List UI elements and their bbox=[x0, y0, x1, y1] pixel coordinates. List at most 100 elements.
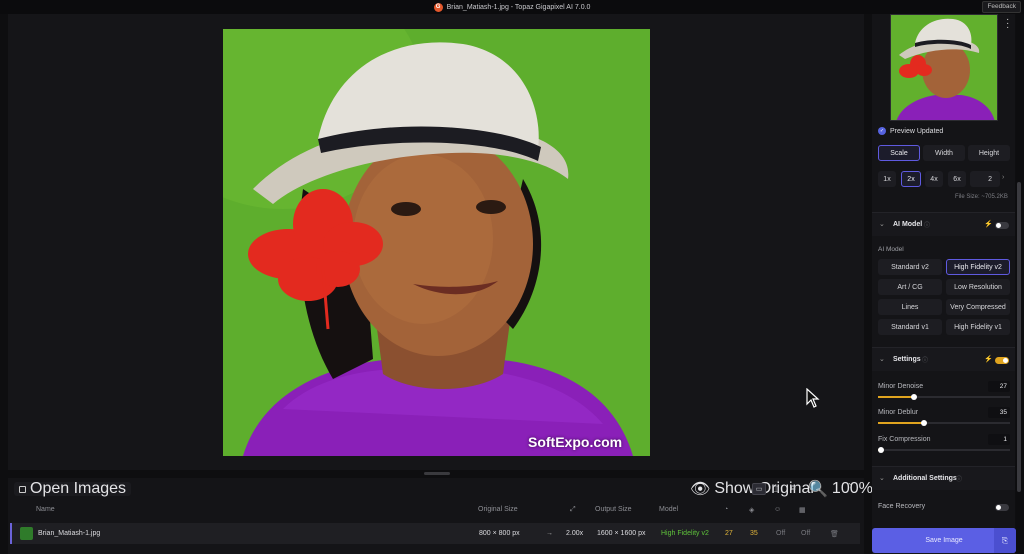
image-list-panel: Open Images 👁 Show Original ▭ ◫ ⧉ 🔍 100%… bbox=[8, 478, 873, 554]
zoom-control[interactable]: 🔍 100% bbox=[808, 480, 873, 498]
minor-denoise-value[interactable]: 27 bbox=[988, 381, 1010, 392]
denoise-column-icon: ◔ bbox=[724, 506, 729, 513]
collapse-panel-chevron-icon[interactable]: ⌃ bbox=[846, 482, 853, 491]
settings-section-header[interactable]: ⌄ Settings ⓘ ⚡ bbox=[872, 347, 1015, 371]
chevron-down-icon: ⌄ bbox=[879, 475, 885, 482]
sidebar-scroll-thumb[interactable] bbox=[1017, 182, 1021, 492]
chevron-down-icon: ⌄ bbox=[879, 356, 885, 363]
model-high-fidelity-v1[interactable]: High Fidelity v1 bbox=[946, 319, 1010, 335]
ai-model-toggle[interactable] bbox=[995, 222, 1009, 229]
compression-column-icon: ▦ bbox=[799, 507, 806, 514]
minor-deblur-label: Minor Deblur bbox=[878, 409, 919, 416]
mouse-cursor-icon bbox=[806, 388, 820, 408]
more-options-icon[interactable]: · · · bbox=[1006, 15, 1009, 33]
minor-denoise-slider[interactable] bbox=[878, 394, 1010, 400]
topaz-logo-icon: G bbox=[433, 2, 443, 12]
settings-section-title: Settings bbox=[893, 356, 921, 363]
face-recovery-label: Face Recovery bbox=[878, 503, 926, 510]
header-model: Model bbox=[659, 506, 679, 513]
preview-status-label: Preview Updated bbox=[890, 127, 944, 135]
chevron-down-icon: ⌄ bbox=[879, 221, 885, 228]
watermark: SoftExpo.com bbox=[528, 434, 623, 450]
delete-icon[interactable]: 🗑 bbox=[830, 530, 839, 538]
custom-scale-input[interactable]: 2 bbox=[970, 171, 1000, 187]
model-low-resolution[interactable]: Low Resolution bbox=[946, 279, 1010, 295]
model-standard-v2[interactable]: Standard v2 bbox=[878, 259, 942, 275]
split-view-button[interactable]: ◫ bbox=[769, 483, 783, 495]
save-image-button[interactable]: Save Image ⎘ bbox=[872, 528, 1016, 553]
row-scale: 2.00x bbox=[566, 530, 584, 537]
chevron-right-icon[interactable]: › bbox=[1002, 174, 1004, 181]
row-thumbnail bbox=[20, 527, 33, 540]
title-bar: G Brian_Matiash-1.jpg - Topaz Gigapixel … bbox=[0, 0, 1024, 14]
table-row[interactable]: Brian_Matiash-1.jpg 800 × 800 px → 2.00x… bbox=[10, 523, 860, 544]
row-compression: Off bbox=[801, 530, 811, 537]
preview-thumbnail[interactable] bbox=[890, 14, 998, 121]
row-file-name: Brian_Matiash-1.jpg bbox=[38, 530, 101, 537]
model-standard-v1[interactable]: Standard v1 bbox=[878, 319, 942, 335]
row-model: High Fidelity v2 bbox=[661, 530, 709, 537]
additional-settings-title: Additional Settings bbox=[893, 475, 957, 482]
model-lines[interactable]: Lines bbox=[878, 299, 942, 315]
info-icon: ⓘ bbox=[956, 477, 963, 483]
single-view-icon: ▭ bbox=[755, 486, 763, 493]
model-art-cg[interactable]: Art / CG bbox=[878, 279, 942, 295]
ai-model-label: AI Model bbox=[878, 246, 904, 253]
tab-height[interactable]: Height bbox=[968, 145, 1010, 161]
additional-settings-section-header[interactable]: ⌄ Additional Settings ⓘ bbox=[872, 466, 1015, 490]
header-output-size: Output Size bbox=[595, 506, 632, 513]
minor-denoise-slider-knob[interactable] bbox=[911, 394, 917, 400]
fix-compression-slider[interactable] bbox=[878, 447, 1010, 453]
info-icon: ⓘ bbox=[924, 223, 931, 229]
deblur-column-icon: ◈ bbox=[749, 507, 755, 514]
ai-model-section-header[interactable]: ⌄ AI Model ⓘ ⚡ bbox=[872, 212, 1015, 236]
zoom-icon: 🔍 bbox=[808, 481, 828, 498]
open-images-label: Open Images bbox=[30, 480, 127, 497]
panel-resize-handle[interactable] bbox=[424, 472, 450, 475]
minor-denoise-label: Minor Denoise bbox=[878, 383, 924, 390]
row-deblur: 35 bbox=[750, 530, 758, 537]
main-image bbox=[223, 29, 650, 456]
minor-deblur-slider[interactable] bbox=[878, 420, 1010, 426]
tab-width[interactable]: Width bbox=[923, 145, 965, 161]
row-face-recovery: Off bbox=[776, 530, 786, 537]
minor-deblur-slider-knob[interactable] bbox=[921, 420, 927, 426]
arrow-right-icon: → bbox=[546, 530, 553, 537]
fix-compression-slider-knob[interactable] bbox=[878, 447, 884, 453]
eye-icon: 👁 bbox=[690, 481, 711, 498]
header-original-size: Original Size bbox=[478, 506, 518, 513]
save-options-icon[interactable]: ⎘ bbox=[994, 528, 1016, 553]
scale-2x-button[interactable]: 2x bbox=[901, 171, 921, 187]
settings-toggle[interactable] bbox=[995, 357, 1009, 364]
fix-compression-value[interactable]: 1 bbox=[988, 434, 1010, 445]
model-very-compressed[interactable]: Very Compressed bbox=[946, 299, 1010, 315]
row-output-size: 1600 × 1600 px bbox=[597, 530, 646, 537]
open-images-button[interactable]: Open Images bbox=[14, 480, 132, 497]
side-by-side-view-button[interactable]: ⧉ bbox=[786, 483, 800, 495]
lightning-icon: ⚡ bbox=[984, 221, 993, 228]
scale-4x-button[interactable]: 4x bbox=[925, 171, 943, 187]
scale-arrows-icon: ⤢ bbox=[570, 506, 576, 513]
header-name: Name bbox=[36, 506, 55, 513]
minor-deblur-slider-fill bbox=[878, 422, 924, 424]
check-icon: ✓ bbox=[878, 127, 886, 135]
face-column-icon: ☺ bbox=[774, 506, 782, 513]
preview-status: ✓ Preview Updated bbox=[878, 127, 943, 135]
window-title: Brian_Matiash-1.jpg - Topaz Gigapixel AI… bbox=[446, 3, 591, 11]
row-original-size: 800 × 800 px bbox=[479, 530, 520, 537]
row-denoise: 27 bbox=[725, 530, 733, 537]
split-view-icon: ◫ bbox=[772, 486, 780, 493]
face-recovery-toggle[interactable] bbox=[995, 504, 1009, 511]
scale-6x-button[interactable]: 6x bbox=[948, 171, 966, 187]
scale-1x-button[interactable]: 1x bbox=[878, 171, 896, 187]
minor-deblur-value[interactable]: 35 bbox=[988, 407, 1010, 418]
save-image-label: Save Image bbox=[925, 537, 963, 544]
side-by-side-icon: ⧉ bbox=[790, 485, 796, 492]
file-size: File Size: ~705.2KB bbox=[955, 194, 1008, 200]
fix-compression-label: Fix Compression bbox=[878, 436, 931, 443]
tab-scale[interactable]: Scale bbox=[878, 145, 920, 161]
feedback-button[interactable]: Feedback bbox=[982, 1, 1021, 13]
single-view-button[interactable]: ▭ bbox=[752, 483, 766, 495]
image-icon bbox=[19, 485, 26, 493]
model-high-fidelity-v2[interactable]: High Fidelity v2 bbox=[946, 259, 1010, 275]
